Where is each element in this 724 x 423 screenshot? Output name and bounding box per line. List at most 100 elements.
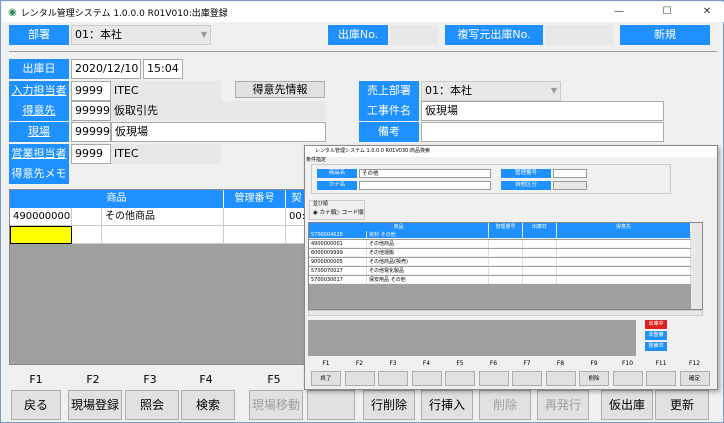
table-row[interactable] bbox=[10, 226, 308, 244]
dialog-button-f6[interactable] bbox=[478, 371, 509, 386]
divider bbox=[9, 51, 717, 52]
table-row[interactable]: 4900000001 その他商品 00: bbox=[10, 208, 308, 226]
dialog-fkey-f7: F7 bbox=[523, 360, 531, 367]
fbutton-f10[interactable]: 再発行 bbox=[537, 390, 589, 420]
dialog-title: レンタル管理システム 1.0.0.0 R01V030:商品検索 bbox=[305, 146, 717, 157]
tokuisaki-name: 仮取引先 bbox=[111, 101, 326, 121]
fukusha-label: 複写元出庫No. bbox=[445, 25, 543, 45]
fbutton-f11[interactable]: 仮出庫 bbox=[601, 390, 653, 420]
fbutton-f6[interactable] bbox=[307, 390, 355, 420]
legend-1: 未整備 bbox=[645, 331, 667, 340]
table-row[interactable]: 4900000001 その他商品 bbox=[309, 240, 691, 249]
table-row[interactable]: 5700070027 その他電化製品 bbox=[309, 267, 691, 276]
result-grid[interactable]: 商品 管理番号 出庫日 得意先 5700004028 資材 その他 49000000… bbox=[308, 222, 703, 310]
row-kanri bbox=[224, 208, 286, 226]
fbutton-f3[interactable]: 照会 bbox=[125, 390, 179, 420]
row-cell bbox=[557, 231, 691, 239]
genba-name[interactable]: 仮現場 bbox=[111, 122, 326, 142]
legend-2: 整備済 bbox=[645, 342, 667, 351]
input-tanto-name: ITEC bbox=[111, 81, 221, 101]
eigyo-code[interactable]: 9999 bbox=[71, 144, 111, 164]
biko-input[interactable] bbox=[421, 122, 664, 142]
row-name: その他運搬 bbox=[367, 249, 489, 257]
fukusha-field bbox=[545, 25, 613, 45]
row-code: 5700070027 bbox=[309, 267, 367, 275]
result-header-shohin: 商品 bbox=[309, 223, 489, 231]
dialog-button-f4[interactable] bbox=[411, 371, 442, 386]
dialog-button-f3[interactable] bbox=[378, 371, 408, 386]
shohin-mei-input[interactable]: その他 bbox=[359, 169, 491, 178]
dialog-button-f11[interactable] bbox=[646, 371, 676, 386]
maximize-button[interactable]: ☐ bbox=[652, 2, 682, 22]
fbutton-f4[interactable]: 検索 bbox=[181, 390, 235, 420]
row-name: その他電化製品 bbox=[367, 267, 489, 275]
dialog-button-f10[interactable] bbox=[612, 371, 643, 386]
dialog-button-f2[interactable] bbox=[344, 371, 375, 386]
chevron-down-icon: ▼ bbox=[200, 30, 207, 39]
fbutton-f2[interactable]: 現場登録 bbox=[68, 390, 122, 420]
kanri-input[interactable] bbox=[553, 169, 587, 178]
eigyo-link[interactable]: 営業担当者 bbox=[9, 144, 69, 164]
row-cell bbox=[523, 249, 557, 257]
dialog-button-f8[interactable] bbox=[545, 371, 576, 386]
row-kanri bbox=[224, 226, 286, 244]
row-code: 6000009999 bbox=[309, 249, 367, 257]
tokuisaki-code[interactable]: 999999 bbox=[71, 101, 111, 121]
result-hscrollbar[interactable] bbox=[308, 310, 703, 316]
input-tanto-link[interactable]: 入力担当者 bbox=[9, 81, 69, 101]
fbutton-f8[interactable]: 行挿入 bbox=[421, 390, 473, 420]
dialog-button-f9[interactable]: 削除 bbox=[579, 371, 609, 386]
fbutton-f9[interactable]: 削除 bbox=[479, 390, 531, 420]
kana-input[interactable] bbox=[359, 181, 491, 190]
row-cell bbox=[489, 240, 523, 248]
sort-kana-label: カナ順 bbox=[319, 210, 337, 216]
fbutton-f12[interactable]: 更新 bbox=[655, 390, 709, 420]
tokuisaki-info-button[interactable]: 得意先情報 bbox=[235, 81, 325, 98]
dialog-button-f1[interactable]: 終了 bbox=[311, 371, 341, 386]
genba-link[interactable]: 現場 bbox=[9, 122, 69, 142]
new-button[interactable]: 新規 bbox=[620, 25, 710, 45]
row-cell bbox=[489, 249, 523, 257]
row-code: 4900000001 bbox=[10, 208, 72, 226]
row-code: 4900000001 bbox=[309, 240, 367, 248]
dialog-fkey-f8: F8 bbox=[556, 360, 565, 367]
grid-header-kanri: 管理番号 bbox=[224, 190, 286, 208]
eigyo-name: ITEC bbox=[111, 144, 221, 164]
fbutton-f1[interactable]: 戻る bbox=[11, 390, 61, 420]
dialog-button-f12[interactable]: 確定 bbox=[679, 371, 710, 386]
jisha-select[interactable] bbox=[553, 181, 587, 190]
table-row[interactable]: 5700030017 保安用品 その他 bbox=[309, 276, 691, 285]
row-cell bbox=[523, 276, 557, 284]
row-cell bbox=[557, 240, 691, 248]
sort-kana-radio[interactable]: ◉ カナ順 bbox=[313, 208, 336, 216]
sort-code-radio[interactable]: ○ コード順 bbox=[335, 208, 364, 216]
table-row[interactable]: 6000009999 その他運搬 bbox=[309, 249, 691, 258]
row-cell bbox=[489, 276, 523, 284]
genba-code[interactable]: 999999 bbox=[71, 122, 111, 142]
uriage-bucho-select[interactable]: 01：本社 ▼ bbox=[421, 81, 561, 101]
table-row[interactable]: 5700004028 資材 その他 bbox=[309, 231, 691, 240]
bucho-select[interactable]: 01：本社 ▼ bbox=[71, 25, 211, 45]
dialog-button-f7[interactable] bbox=[512, 371, 542, 386]
dialog-fkey-f3: F3 bbox=[389, 360, 397, 367]
koji-label: 工事件名 bbox=[359, 101, 419, 121]
dialog-fkey-f5: F5 bbox=[456, 360, 464, 367]
tokuisaki-link[interactable]: 得意先 bbox=[9, 101, 69, 121]
minimize-button[interactable]: — bbox=[604, 2, 634, 22]
shukko-date-input[interactable]: 2020/12/10 bbox=[71, 59, 141, 79]
active-cell[interactable] bbox=[10, 226, 72, 244]
detail-grid[interactable]: 商品 管理番号 契 4900000001 その他商品 00: bbox=[9, 189, 309, 365]
table-row[interactable]: 9000000005 その他商品(販売) bbox=[309, 258, 691, 267]
shukko-time-input[interactable]: 15:04 bbox=[143, 59, 183, 79]
result-scrollbar[interactable] bbox=[691, 223, 702, 309]
dialog-button-f5[interactable] bbox=[445, 371, 475, 386]
close-button[interactable]: ✕ bbox=[692, 2, 722, 22]
input-tanto-code[interactable]: 9999 bbox=[71, 81, 111, 101]
fbutton-f5[interactable]: 現場移動 bbox=[249, 390, 303, 420]
shohin-mei-label: 商品名 bbox=[317, 169, 357, 178]
fbutton-f7[interactable]: 行削除 bbox=[363, 390, 415, 420]
koji-input[interactable]: 仮現場 bbox=[421, 101, 664, 121]
row-name bbox=[102, 226, 224, 244]
uriage-bucho-label: 売上部署 bbox=[359, 81, 419, 101]
dialog-fkey-f11: F11 bbox=[655, 360, 667, 367]
